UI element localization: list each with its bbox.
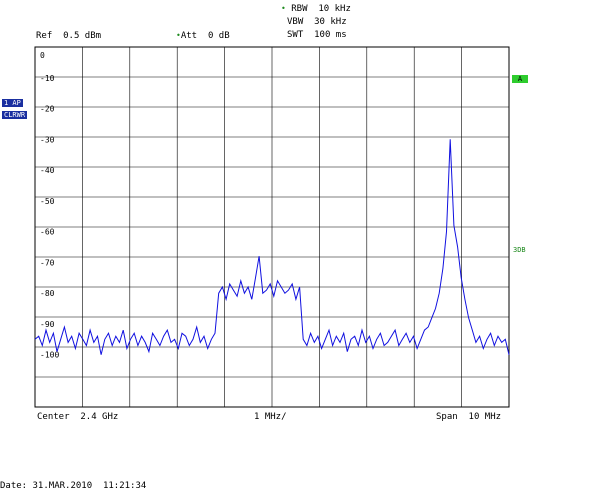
y-tick-label: 0 [40, 51, 45, 60]
center-label: Center [37, 412, 70, 422]
y-tick-label: -90 [40, 320, 55, 329]
y-tick-label: -20 [40, 105, 55, 114]
y-tick-label: -30 [40, 135, 55, 144]
spectrum-plot: 0 -10 -20 -30 -40 -50 -60 -70 -80 -90 -100 [34, 46, 510, 408]
y-tick-label: -70 [40, 258, 55, 267]
span-label: Span [436, 412, 458, 422]
division-scale: 1 MHz/ [254, 412, 287, 422]
date-label: Date: [0, 481, 28, 491]
y-tick-label: -80 [40, 289, 55, 298]
y-tick-label: -60 [40, 228, 55, 237]
span-setting: Span 10 MHz [436, 412, 501, 422]
grid [34, 46, 510, 408]
y-tick-label: -10 [40, 74, 55, 83]
span-value: 10 MHz [468, 412, 502, 422]
center-frequency: Center 2.4 GHz [37, 412, 118, 422]
y-tick-label: -40 [40, 166, 55, 175]
y-tick-labels: 0 -10 -20 -30 -40 -50 -60 -70 -80 -90 -100 [40, 51, 59, 360]
date-value: 31.MAR.2010 [32, 481, 93, 491]
y-tick-label: -100 [40, 351, 59, 360]
time-value: 11:21:34 [102, 481, 147, 491]
timestamp: Date: 31.MAR.2010 11:21:34 [0, 481, 146, 491]
center-value: 2.4 GHz [80, 412, 119, 422]
y-tick-label: -50 [40, 197, 55, 206]
